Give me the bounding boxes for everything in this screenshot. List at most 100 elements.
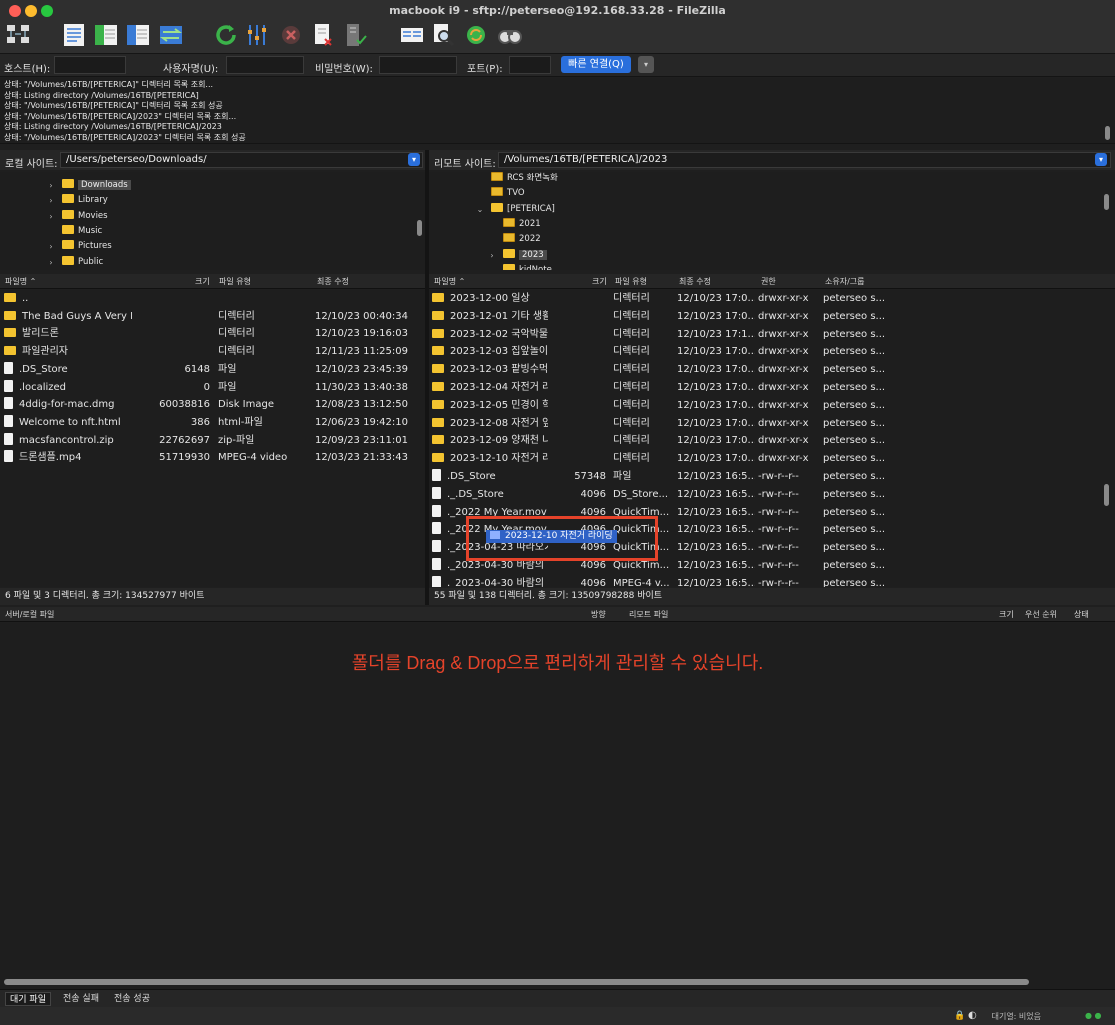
chevron-right-icon[interactable]: › (46, 239, 56, 254)
col-modified[interactable]: 최종 수정 (679, 276, 711, 287)
remote-directory-tree[interactable]: RCS 화면녹화 TVO ⌄ [PETERICA] 2021 2022 › 2023 kidNo… (429, 172, 1115, 270)
tree-item[interactable]: Music (46, 224, 102, 239)
log-line: 상태: "/Volumes/16TB/[PETERICA]" 디렉터리 목록 조… (4, 80, 214, 89)
queue-icon[interactable] (157, 21, 185, 48)
find-icon[interactable] (496, 21, 524, 48)
col-direction[interactable]: 방향 (591, 609, 606, 620)
table-row[interactable]: 2023-12-03 집앞놀이터 디렉터리 12/10/23 17:0... drwx… (429, 343, 1115, 361)
file-permissions: drwxr-xr-x (758, 346, 809, 358)
tree-item[interactable]: 2021 (487, 217, 541, 232)
chevron-down-icon[interactable]: ⌄ (475, 202, 485, 217)
sync-browse-icon[interactable] (462, 21, 490, 48)
table-row[interactable]: ._.DS_Store 4096 DS_Store... 12/10/23 16:5.… (429, 486, 1115, 504)
filter-icon[interactable] (244, 21, 272, 48)
site-manager-icon[interactable] (4, 21, 32, 48)
table-row[interactable]: macsfancontrol.zip 22762697 zip-파일 12/09/23… (0, 432, 425, 450)
table-row[interactable]: The Bad Guys A Very Bad Holiday 디렉터리 12/10… (0, 308, 425, 326)
table-row[interactable]: 2023-12-02 국악박물관 디렉터리 12/10/23 17:1... drwx… (429, 326, 1115, 344)
col-filename[interactable]: 파일명 ⌃ (5, 276, 36, 287)
table-row[interactable]: Welcome to nft.html 386 html-파일 12/06/23 19… (0, 414, 425, 432)
table-row[interactable]: ._2023-04-30 바람의 4096 MPEG-4 v... 12/10/23 … (429, 575, 1115, 587)
speed-limit-icon[interactable]: ◐ (968, 1010, 977, 1021)
table-row[interactable]: .. (0, 290, 425, 308)
transfer-queue[interactable]: 폴더를 Drag & Drop으로 편리하게 관리할 수 있습니다. (0, 623, 1115, 975)
col-filename[interactable]: 파일명 ⌃ (434, 276, 465, 287)
tree-item[interactable]: › Pictures (46, 239, 112, 254)
reconnect-icon[interactable] (341, 21, 369, 48)
remote-path-dropdown[interactable]: ▾ (1095, 153, 1107, 166)
host-input[interactable] (54, 56, 126, 74)
table-row[interactable]: 2023-12-05 민경이 학교 디렉터리 12/10/23 17:0...drw… (429, 397, 1115, 415)
quickconnect-history-button[interactable]: ▾ (638, 56, 654, 73)
col-type[interactable]: 파일 유형 (615, 276, 647, 287)
tree-item[interactable]: › Movies (46, 209, 108, 224)
table-row[interactable]: .DS_Store 57348 파일 12/10/23 16:5... -rw-r--r… (429, 468, 1115, 486)
cancel-icon[interactable] (277, 21, 305, 48)
local-tree-scrollbar[interactable] (417, 220, 422, 236)
tree-item[interactable]: › Public (46, 255, 103, 270)
col-size[interactable]: 크기 (999, 609, 1014, 620)
remote-tree-icon[interactable] (124, 21, 152, 48)
col-remote-file[interactable]: 리모트 파일 (629, 609, 668, 620)
local-file-list[interactable]: .. The Bad Guys A Very Bad Holiday 디렉터리 12/… (0, 290, 425, 587)
table-row[interactable]: 드론샘플.mp4 51719930 MPEG-4 video 12/03/23 21:… (0, 449, 425, 467)
table-row[interactable]: 2023-12-04 자전거 라이딩 디렉터리 12/10/23 17:0...dr… (429, 379, 1115, 397)
table-row[interactable]: 4ddig-for-mac.dmg 60038816 Disk Image 12/08… (0, 396, 425, 414)
chevron-right-icon[interactable]: › (46, 255, 56, 270)
chevron-right-icon[interactable]: › (46, 178, 56, 193)
col-status[interactable]: 상태 (1074, 609, 1089, 620)
local-directory-tree[interactable]: › Downloads › Library › Movies Music › Pictures ›… (0, 172, 425, 270)
local-path-dropdown[interactable]: ▾ (408, 153, 420, 166)
table-row[interactable]: 2023-12-01 기타 생활 디렉터리 12/10/23 17:0... drwx… (429, 308, 1115, 326)
table-row[interactable]: .localized 0 파일 11/30/23 13:40:38 (0, 379, 425, 397)
search-files-icon[interactable] (430, 21, 458, 48)
disconnect-icon[interactable] (309, 21, 337, 48)
table-row[interactable]: 파일관리자 디렉터리 12/11/23 11:25:09 (0, 343, 425, 361)
table-row[interactable]: 2023-12-09 양재천 나들이 디렉터리 12/10/23 17:0...dr… (429, 432, 1115, 450)
chevron-right-icon[interactable]: › (487, 248, 497, 263)
password-input[interactable] (379, 56, 457, 74)
table-row[interactable]: 2023-12-10 자전거 라이딩 디렉터리 12/10/23 17:0...dr… (429, 450, 1115, 468)
remote-tree-scrollbar[interactable] (1104, 194, 1109, 210)
local-path-input[interactable]: /Users/peterseo/Downloads/ (60, 152, 423, 168)
tab-successful-transfers[interactable]: 전송 성공 (110, 992, 154, 1006)
tree-item[interactable]: ⌄ [PETERICA] (475, 202, 555, 217)
table-row[interactable]: 2023-12-08 자전거 앞 디렉터리 12/10/23 17:0... drwx… (429, 415, 1115, 433)
tree-item[interactable]: TVO (475, 186, 525, 201)
col-priority[interactable]: 우선 순위 (1025, 609, 1057, 620)
tree-item[interactable]: › Library (46, 193, 108, 208)
tree-item[interactable]: › 2023 (487, 248, 547, 263)
log-scrollbar[interactable] (1105, 126, 1110, 140)
refresh-icon[interactable] (212, 21, 240, 48)
local-status: 6 파일 및 3 디렉터리. 총 크기: 134527977 바이트 (0, 588, 425, 605)
col-size[interactable]: 크기 (592, 276, 607, 287)
tree-item[interactable]: RCS 화면녹화 (475, 172, 558, 186)
tab-queued-files[interactable]: 대기 파일 (5, 992, 51, 1006)
message-log-icon[interactable] (60, 21, 88, 48)
tree-item[interactable]: kidNote (487, 263, 552, 270)
port-input[interactable] (509, 56, 551, 74)
col-server-local-file[interactable]: 서버/로컬 파일 (5, 609, 54, 620)
tree-item[interactable]: › Downloads (46, 178, 131, 193)
username-input[interactable] (226, 56, 304, 74)
col-owner[interactable]: 소유자/그룹 (825, 276, 865, 287)
local-tree-icon[interactable] (92, 21, 120, 48)
tree-item[interactable]: 2022 (487, 232, 541, 247)
table-row[interactable]: 발리드론 디렉터리 12/10/23 19:16:03 (0, 325, 425, 343)
col-modified[interactable]: 최종 수정 (317, 276, 349, 287)
chevron-right-icon[interactable]: › (46, 209, 56, 224)
table-row[interactable]: 2023-12-00 일상 디렉터리 12/10/23 17:0... drwxr-x… (429, 290, 1115, 308)
quickconnect-button[interactable]: 빠른 연결(Q) (561, 56, 631, 73)
col-size[interactable]: 크기 (195, 276, 210, 287)
chevron-right-icon[interactable]: › (46, 193, 56, 208)
col-type[interactable]: 파일 유형 (219, 276, 251, 287)
compare-icon[interactable] (398, 21, 426, 48)
remote-list-scrollbar[interactable] (1104, 484, 1109, 506)
table-row[interactable]: .DS_Store 6148 파일 12/10/23 23:45:39 (0, 361, 425, 379)
folder-icon (62, 209, 74, 219)
queue-horizontal-scrollbar[interactable] (4, 979, 1029, 985)
col-permissions[interactable]: 권한 (761, 276, 776, 287)
remote-path-input[interactable]: /Volumes/16TB/[PETERICA]/2023 (498, 152, 1111, 168)
tab-failed-transfers[interactable]: 전송 실패 (59, 992, 103, 1006)
table-row[interactable]: 2023-12-03 팥빙수먹기 디렉터리 12/10/23 17:0... drwx… (429, 361, 1115, 379)
